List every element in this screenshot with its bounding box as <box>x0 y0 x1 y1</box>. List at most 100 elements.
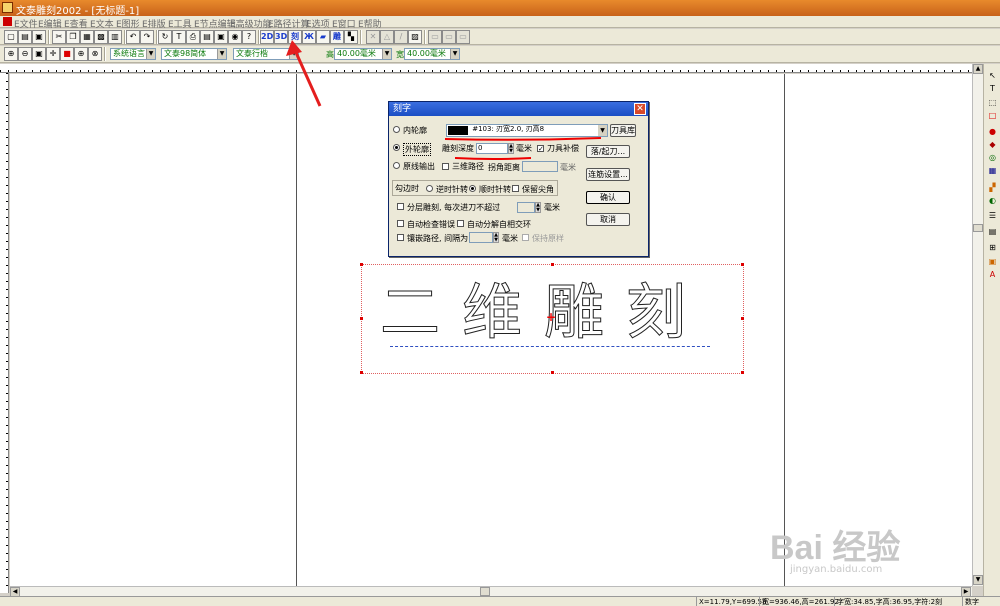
resize-handle[interactable] <box>360 371 363 374</box>
rectangle-icon[interactable]: □ <box>986 110 999 122</box>
align-left-icon[interactable]: ▭ <box>428 30 442 44</box>
resize-handle[interactable] <box>741 317 744 320</box>
align-center-icon[interactable]: ▭ <box>442 30 456 44</box>
three-d-path-checkbox[interactable] <box>442 163 449 170</box>
scroll-thumb[interactable] <box>973 224 983 232</box>
tool-compensation-checkbox[interactable]: ✓ <box>537 145 544 153</box>
font-family-select[interactable]: 文泰98简体 ▼ <box>161 48 227 60</box>
clockwise-radio[interactable] <box>469 185 476 192</box>
inlay-path-checkbox[interactable] <box>397 234 404 241</box>
original-output-radio[interactable] <box>393 162 400 169</box>
cut-icon[interactable]: ✂ <box>52 30 66 44</box>
zoom-out-icon[interactable]: ⊖ <box>18 47 32 61</box>
depth-spinner[interactable]: ▲ ▼ <box>508 143 514 154</box>
table-icon[interactable]: ▦ <box>986 165 999 177</box>
resize-handle[interactable] <box>741 263 744 266</box>
select-arrow-icon[interactable]: ↖ <box>986 70 999 82</box>
fill-red-icon[interactable]: ◆ <box>986 139 999 151</box>
outer-contour-radio[interactable] <box>393 144 400 151</box>
layered-depth-input[interactable] <box>517 202 535 213</box>
zoom-all-icon[interactable]: ⊗ <box>88 47 102 61</box>
height-input[interactable]: 40.00毫米 ▼ <box>334 48 392 60</box>
print-icon[interactable]: ⎙ <box>186 30 200 44</box>
text-icon[interactable]: T <box>986 83 999 95</box>
outer-contour-label: 外轮廓 <box>403 143 431 156</box>
palette-icon[interactable]: ▞ <box>986 182 999 194</box>
ok-button[interactable]: 确认 <box>586 191 630 204</box>
open-file-icon[interactable]: ▤ <box>18 30 32 44</box>
counterclockwise-radio[interactable] <box>426 185 433 192</box>
tool-select-value: #103: 刃宽2.0, 刃高8 <box>472 125 545 133</box>
refresh-icon[interactable]: ↻ <box>158 30 172 44</box>
font-icon[interactable]: A <box>986 269 999 281</box>
corner-distance-input[interactable] <box>522 161 558 172</box>
resize-handle[interactable] <box>551 263 554 266</box>
resize-handle[interactable] <box>360 317 363 320</box>
tool-select[interactable]: #103: 刃宽2.0, 刃高8 ▼ <box>446 124 608 137</box>
horizontal-scrollbar[interactable]: ◀ ▶ <box>10 586 972 597</box>
layered-depth-spinner[interactable]: ▲ ▼ <box>535 202 541 213</box>
layered-carve-checkbox[interactable] <box>397 203 404 210</box>
layout-icon[interactable]: ▣ <box>214 30 228 44</box>
carved-text[interactable]: 二维雕刻 <box>380 280 708 347</box>
tool-d-icon[interactable]: ▨ <box>408 30 422 44</box>
save-icon[interactable]: ▣ <box>32 30 46 44</box>
chevron-down-icon: ▼ <box>146 49 155 59</box>
undo-icon[interactable]: ↶ <box>126 30 140 44</box>
close-icon[interactable]: ✕ <box>634 103 646 115</box>
auto-check-checkbox[interactable] <box>397 220 404 227</box>
cherry-icon[interactable]: ● <box>986 126 999 138</box>
inlay-spinner[interactable]: ▲ ▼ <box>493 232 499 243</box>
help-icon[interactable]: ? <box>242 30 256 44</box>
align-right-icon[interactable]: ▭ <box>456 30 470 44</box>
export-icon[interactable]: ▣ <box>986 256 999 268</box>
vertical-scrollbar[interactable]: ▲ ▼ <box>972 64 983 586</box>
document-icon[interactable]: ▤ <box>986 226 999 238</box>
scroll-up-icon[interactable]: ▲ <box>973 64 983 74</box>
image-icon[interactable]: ▩ <box>94 30 108 44</box>
inner-contour-radio[interactable] <box>393 126 400 133</box>
copy-icon[interactable]: ❐ <box>66 30 80 44</box>
keep-original-checkbox[interactable] <box>522 234 529 241</box>
nest-icon[interactable]: ▚ <box>344 30 358 44</box>
tool-c-icon[interactable]: / <box>394 30 408 44</box>
text-tool-icon[interactable]: T <box>172 30 186 44</box>
resize-handle[interactable] <box>360 263 363 266</box>
preview-icon[interactable]: ▤ <box>200 30 214 44</box>
text-baseline <box>390 346 710 347</box>
resize-handle[interactable] <box>551 371 554 374</box>
paste-icon[interactable]: ▦ <box>80 30 94 44</box>
transform-icon[interactable]: ◎ <box>986 152 999 164</box>
tool-a-icon[interactable]: ✕ <box>366 30 380 44</box>
tool-b-icon[interactable]: △ <box>380 30 394 44</box>
resize-handle[interactable] <box>741 371 744 374</box>
new-file-icon[interactable]: ▢ <box>4 30 18 44</box>
clear-icon[interactable]: ▥ <box>108 30 122 44</box>
language-select[interactable]: 系统语言 ▼ <box>110 48 156 60</box>
inlay-interval-input[interactable] <box>469 232 493 243</box>
cancel-button[interactable]: 取消 <box>586 213 630 226</box>
scroll-down-icon[interactable]: ▼ <box>973 575 983 585</box>
shape-icon[interactable]: ◐ <box>986 195 999 207</box>
app-icon <box>2 2 13 13</box>
fit-icon[interactable]: ▣ <box>32 47 46 61</box>
auto-decompose-checkbox[interactable] <box>457 220 464 227</box>
continuous-settings-button[interactable]: 连筋设置... <box>586 168 630 181</box>
keep-sharp-checkbox[interactable] <box>512 185 519 192</box>
redo-icon[interactable]: ↷ <box>140 30 154 44</box>
tool-library-button[interactable]: 刀具库 <box>610 124 636 137</box>
list-icon[interactable]: ☰ <box>986 210 999 222</box>
node-icon[interactable]: ⬚ <box>986 97 999 109</box>
engrave-icon[interactable]: 雕 <box>330 30 344 44</box>
color-icon[interactable]: ■ <box>60 47 74 61</box>
drop-lift-button[interactable]: 落/起刀... <box>586 145 630 158</box>
scroll-thumb[interactable] <box>480 587 490 596</box>
width-input[interactable]: 40.00毫米 ▼ <box>404 48 460 60</box>
pan-icon[interactable]: ✛ <box>46 47 60 61</box>
grid-icon[interactable]: ⊞ <box>986 242 999 254</box>
zoom-window-icon[interactable]: ⊕ <box>74 47 88 61</box>
depth-input[interactable]: 0 <box>476 143 508 154</box>
zoom-in-icon[interactable]: ⊕ <box>4 47 18 61</box>
bulb-icon[interactable]: ◉ <box>228 30 242 44</box>
chevron-down-icon: ▼ <box>598 125 607 136</box>
